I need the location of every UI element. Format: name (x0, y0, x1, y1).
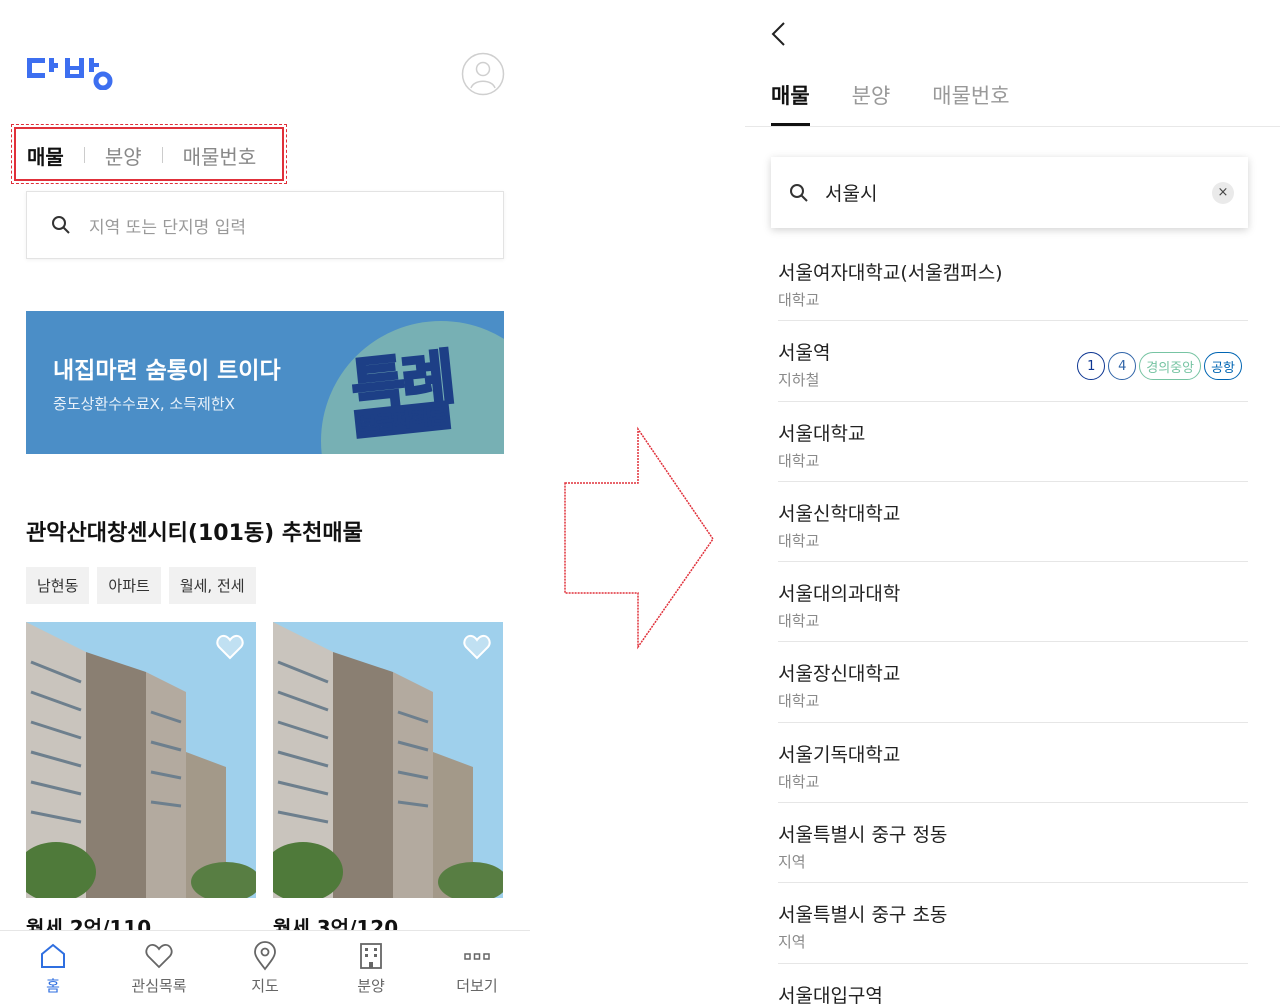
result-name: 서울장신대학교 (778, 663, 901, 686)
result-category: 지역 (778, 853, 806, 872)
result-category: 대학교 (778, 291, 820, 309)
result-name: 서울대의과대학 (778, 583, 901, 606)
listing-card[interactable] (26, 622, 256, 898)
search-result-item[interactable]: 서울장신대학교 대학교 (778, 642, 1248, 723)
profile-avatar-icon[interactable] (461, 52, 505, 96)
right-screen: 매물 분양 매물번호 서울시 × 서울여자대학교(서울캠퍼스) 대학교 서울역 … (745, 0, 1280, 1007)
line-badge: 공항 (1204, 352, 1242, 381)
favorite-heart-icon[interactable] (216, 634, 244, 660)
line-badge: 경의중앙 (1139, 352, 1202, 381)
transition-arrow-icon (564, 426, 714, 650)
result-name: 서울대학교 (778, 422, 866, 445)
banner-title: 내집마련 숨통이 트이다 (53, 358, 281, 384)
apartment-photo (26, 622, 256, 898)
result-category: 지역 (778, 933, 806, 952)
result-category: 대학교 (778, 451, 820, 470)
tab-listings[interactable]: 매물 (771, 80, 810, 126)
result-category: 대학교 (778, 772, 820, 791)
recommended-section-title: 관악산대창센시티(101동) 추천매물 (26, 521, 363, 546)
search-placeholder: 지역 또는 단지명 입력 (89, 217, 246, 238)
search-results-list: 서울여자대학교(서울캠퍼스) 대학교 서울역 지하철 1 4 경의중앙 공항 서… (778, 241, 1248, 1007)
heart-icon (145, 944, 173, 969)
search-type-tabs: 매물 분양 매물번호 (27, 140, 256, 170)
clear-search-button[interactable]: × (1212, 181, 1234, 204)
tab-presale[interactable]: 분양 (852, 80, 891, 126)
search-result-item[interactable]: 서울대입구역 (778, 964, 1248, 1007)
result-category: 대학교 (778, 531, 820, 550)
search-value[interactable]: 서울시 (825, 179, 1212, 206)
tab-presale[interactable]: 분양 (105, 141, 142, 170)
search-result-item[interactable]: 서울역 지하철 1 4 경의중앙 공항 (778, 321, 1248, 402)
nav-more[interactable]: 더보기 (424, 931, 530, 1007)
search-result-item[interactable]: 서울여자대학교(서울캠퍼스) 대학교 (778, 241, 1248, 322)
nav-home[interactable]: 홈 (0, 931, 106, 1007)
line-badge: 4 (1108, 352, 1137, 381)
search-input[interactable]: 지역 또는 단지명 입력 (26, 191, 504, 259)
tab-listing-number[interactable]: 매물번호 (183, 141, 257, 170)
search-type-tabs: 매물 분양 매물번호 (771, 80, 1010, 126)
search-result-item[interactable]: 서울대학교 대학교 (778, 402, 1248, 482)
dabang-logo[interactable]: 다방 (27, 54, 117, 90)
nav-presale-label: 분양 (357, 977, 385, 995)
result-name: 서울기독대학교 (778, 743, 901, 766)
tab-listing-number[interactable]: 매물번호 (932, 80, 1009, 126)
result-name: 서울특별시 중구 초동 (778, 904, 948, 927)
chip-neighborhood[interactable]: 남현동 (26, 567, 90, 604)
result-category: 대학교 (778, 692, 820, 711)
nav-favorites-label: 관심목록 (131, 977, 187, 995)
apartment-photo (273, 622, 503, 898)
tab-divider (161, 147, 163, 163)
search-result-item[interactable]: 서울기독대학교 대학교 (778, 723, 1248, 804)
search-icon (52, 216, 70, 234)
nav-more-label: 더보기 (456, 977, 498, 995)
banner-subtitle: 중도상환수수료X, 소득제한X (53, 395, 235, 413)
nav-presale[interactable]: 분양 (318, 931, 424, 1007)
nav-map-label: 지도 (251, 977, 279, 995)
search-icon (790, 183, 808, 202)
search-result-item[interactable]: 서울특별시 중구 초동 지역 (778, 883, 1248, 964)
filter-chips: 남현동 아파트 월세, 전세 (26, 567, 256, 604)
nav-map[interactable]: 지도 (212, 931, 318, 1007)
search-result-item[interactable]: 서울신학대학교 대학교 (778, 482, 1248, 563)
back-arrow-icon[interactable] (769, 20, 789, 48)
left-screen: 다방 매물 분양 매물번호 지역 또는 단지명 입력 내집마련 숨통이 트이다 … (0, 0, 530, 1007)
result-name: 서울대입구역 (778, 984, 883, 1007)
search-result-item[interactable]: 서울특별시 중구 정동 지역 (778, 803, 1248, 884)
banner-badge: 특례 보금자리론 (347, 335, 481, 440)
favorite-heart-icon[interactable] (463, 634, 491, 660)
result-name: 서울여자대학교(서울캠퍼스) (778, 262, 1003, 284)
more-icon (464, 953, 490, 960)
chip-property-type[interactable]: 아파트 (97, 567, 161, 604)
search-result-item[interactable]: 서울대의과대학 대학교 (778, 562, 1248, 643)
subway-line-badges: 1 4 경의중앙 공항 (1077, 352, 1242, 381)
nav-favorites[interactable]: 관심목록 (106, 931, 212, 1007)
building-icon (360, 943, 382, 969)
tabs-divider (745, 126, 1280, 127)
result-name: 서울신학대학교 (778, 502, 901, 525)
tab-divider (83, 147, 85, 163)
line-badge: 1 (1077, 352, 1106, 381)
map-pin-icon (254, 941, 276, 971)
promo-banner[interactable]: 내집마련 숨통이 트이다 중도상환수수료X, 소득제한X 특례 보금자리론 (26, 311, 504, 454)
result-name: 서울특별시 중구 정동 (778, 824, 948, 847)
chip-deal-type[interactable]: 월세, 전세 (168, 567, 256, 604)
search-input[interactable]: 서울시 × (771, 157, 1248, 228)
listing-card[interactable] (273, 622, 503, 898)
result-category: 대학교 (778, 612, 820, 631)
bottom-navigation: 홈 관심목록 지도 분양 더보기 (0, 930, 530, 1007)
tab-listings[interactable]: 매물 (27, 141, 64, 170)
home-icon (41, 943, 65, 968)
nav-home-label: 홈 (46, 977, 60, 995)
